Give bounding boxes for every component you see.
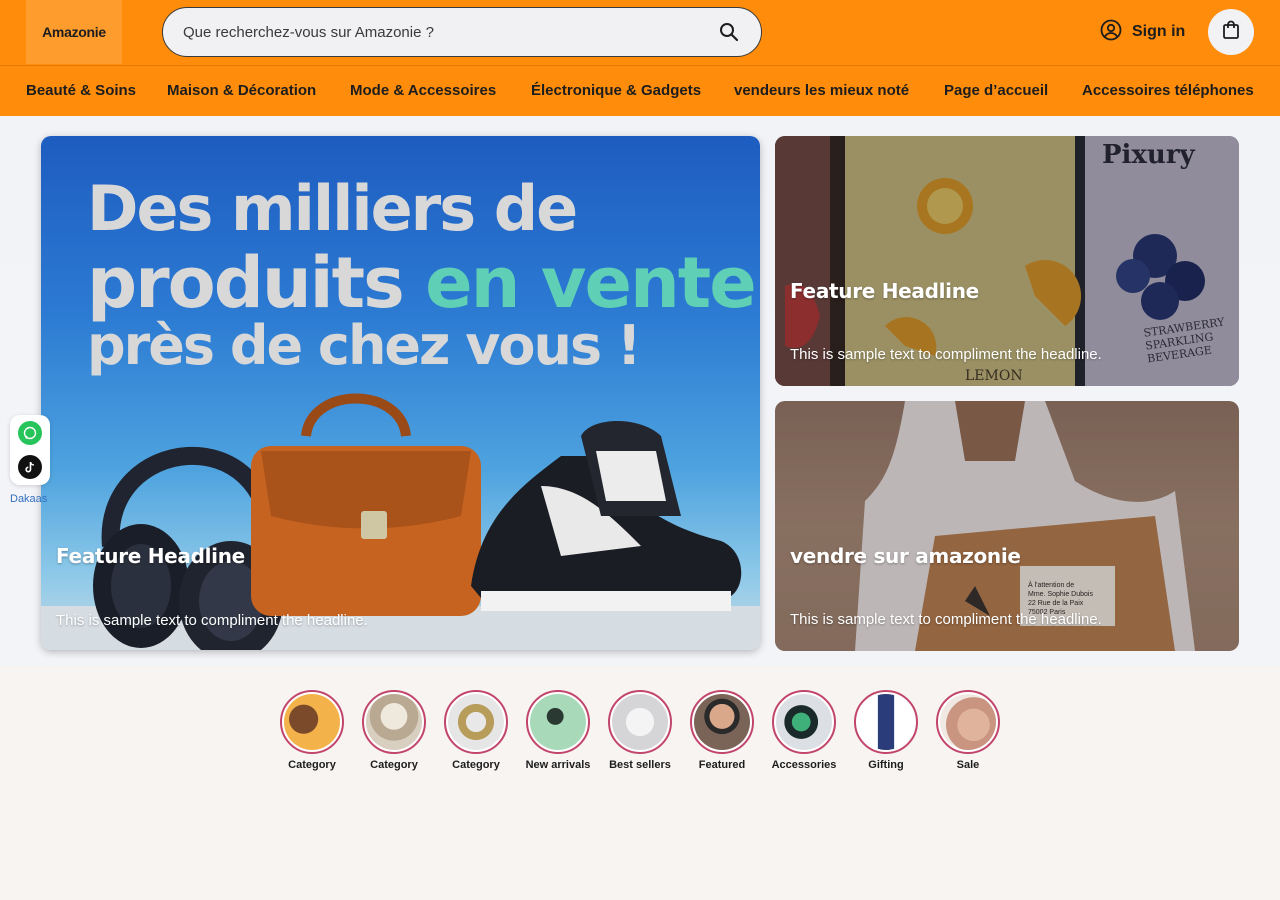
shopping-bag-icon	[1222, 20, 1240, 45]
user-circle-icon	[1100, 19, 1122, 46]
category-label: Featured	[698, 759, 746, 771]
category-item[interactable]: Best sellers	[604, 690, 676, 772]
banner-line-3: près de chez vous !	[87, 314, 642, 377]
category-label: Category	[288, 759, 336, 771]
category-item[interactable]: Sale	[932, 690, 1004, 772]
sign-in-button[interactable]: Sign in	[1100, 19, 1186, 46]
hero-card-main[interactable]: Des milliers de produits en vente près d…	[41, 136, 760, 650]
nav-item-beaute[interactable]: Beauté & Soins	[26, 82, 136, 99]
nav-item-maison[interactable]: Maison & Décoration	[167, 82, 316, 99]
category-item[interactable]: Accessories	[768, 690, 840, 772]
category-item[interactable]: Category	[358, 690, 430, 772]
hero-card-beverage[interactable]: Pixury STRAWBERRY SPARKLING BEVERAGE LEM…	[775, 136, 1239, 386]
category-image	[362, 690, 426, 754]
category-image	[854, 690, 918, 754]
hero-beverage-headline: Feature Headline	[790, 279, 979, 303]
banner-line-1: Des milliers de	[87, 172, 578, 245]
category-label: Category	[370, 759, 418, 771]
hero-main-text: This is sample text to compliment the he…	[56, 612, 368, 629]
sign-in-label: Sign in	[1132, 23, 1186, 40]
category-item[interactable]: New arrivals	[522, 690, 594, 772]
hero-sell-headline: vendre sur amazonie	[790, 544, 1021, 568]
category-image	[936, 690, 1000, 754]
whatsapp-icon[interactable]	[18, 421, 42, 445]
search-bar	[162, 7, 762, 57]
tiktok-icon[interactable]	[18, 455, 42, 479]
hero-beverage-text: This is sample text to compliment the he…	[790, 346, 1102, 363]
hero-sell-text: This is sample text to compliment the he…	[790, 611, 1102, 628]
category-nav: Beauté & Soins Maison & Décoration Mode …	[0, 65, 1280, 116]
category-label: Sale	[956, 759, 980, 771]
social-label: Dakaas	[10, 493, 48, 505]
category-item[interactable]: Featured	[686, 690, 758, 772]
banner-line-2a: produits	[87, 242, 426, 324]
category-image	[444, 690, 508, 754]
category-image	[526, 690, 590, 754]
hero-main-headline: Feature Headline	[56, 544, 245, 568]
banner-line-2: produits en vente	[87, 242, 757, 324]
category-image	[608, 690, 672, 754]
category-item[interactable]: Gifting	[850, 690, 922, 772]
search-icon[interactable]	[717, 20, 741, 44]
nav-item-vendeurs[interactable]: vendeurs les mieux noté	[734, 82, 909, 99]
logo-text: Amazonie	[42, 24, 106, 40]
category-label: Best sellers	[609, 759, 671, 771]
hero-card-sell[interactable]: À l'attention de Mme. Sophie Dubois 22 R…	[775, 401, 1239, 651]
nav-item-accessoires-telephones[interactable]: Accessoires téléphones	[1082, 82, 1254, 99]
products-illustration	[41, 393, 760, 650]
category-label: Category	[452, 759, 500, 771]
category-label: New arrivals	[525, 759, 591, 771]
category-image	[690, 690, 754, 754]
category-item[interactable]: Category	[440, 690, 512, 772]
nav-item-mode[interactable]: Mode & Accessoires	[350, 82, 496, 99]
search-input[interactable]	[183, 23, 717, 41]
category-image	[280, 690, 344, 754]
category-label: Gifting	[868, 759, 904, 771]
nav-item-accueil[interactable]: Page d’accueil	[944, 82, 1048, 99]
logo[interactable]: Amazonie	[26, 0, 122, 64]
header: Amazonie Sign in	[0, 0, 1280, 65]
banner-accent: en vente	[425, 242, 757, 324]
category-item[interactable]: Category	[276, 690, 348, 772]
category-image	[772, 690, 836, 754]
nav-item-electronique[interactable]: Électronique & Gadgets	[531, 82, 701, 99]
cart-button[interactable]	[1208, 9, 1254, 55]
social-widget	[10, 415, 50, 485]
category-label: Accessories	[771, 759, 837, 771]
